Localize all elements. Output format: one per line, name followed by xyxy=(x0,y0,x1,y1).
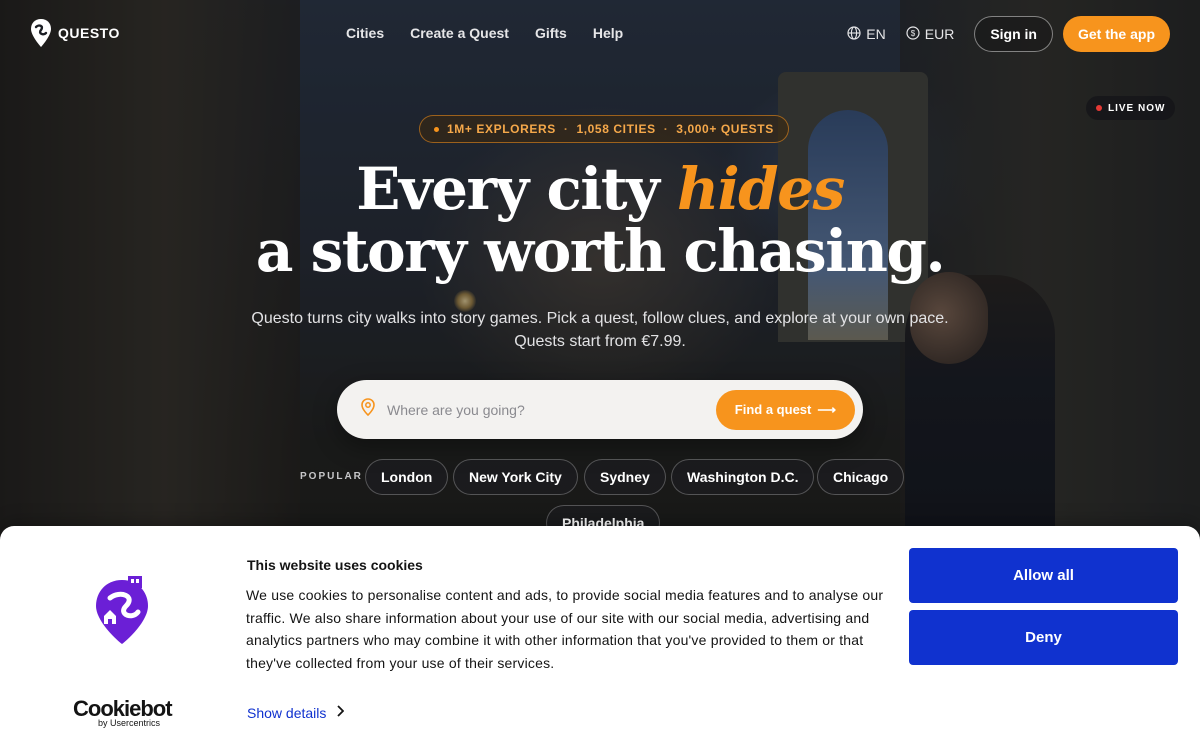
stat-quests: 3,000+ QUESTS xyxy=(676,122,774,136)
cookie-banner: Cookiebot by Usercentrics This website u… xyxy=(0,526,1200,750)
cookie-title: This website uses cookies xyxy=(247,557,423,573)
popular-city-chip[interactable]: London xyxy=(365,459,449,495)
headline-part1: Every city xyxy=(356,155,677,223)
currency-value: EUR xyxy=(924,26,955,42)
stat-separator: · xyxy=(663,122,669,136)
popular-city-chip[interactable]: Washington D.C. xyxy=(671,459,815,495)
location-pin-icon xyxy=(361,398,375,421)
nav-link-cities[interactable]: Cities xyxy=(346,25,384,41)
live-now-label: LIVE NOW xyxy=(1108,102,1166,114)
search-bar: Find a quest ⟶ xyxy=(337,380,863,439)
nav-link-help[interactable]: Help xyxy=(593,25,623,41)
sign-in-button[interactable]: Sign in xyxy=(974,16,1053,52)
chevron-right-icon xyxy=(336,704,345,722)
stat-separator: · xyxy=(563,122,569,136)
language-value: EN xyxy=(866,26,886,42)
destination-search-input[interactable] xyxy=(387,401,716,418)
live-now-badge: LIVE NOW xyxy=(1086,96,1176,120)
stats-dot-icon xyxy=(434,126,439,132)
find-quest-label: Find a quest xyxy=(734,402,812,417)
cookie-description: We use cookies to personalise content an… xyxy=(246,587,884,671)
nav-link-create-quest[interactable]: Create a Quest xyxy=(410,25,509,41)
brand-name: QUESTO xyxy=(58,25,120,41)
nav-actions: EN $ EUR Sign in Get the app xyxy=(847,16,1170,52)
stat-cities: 1,058 CITIES xyxy=(576,122,656,136)
allow-all-button[interactable]: Allow all xyxy=(909,548,1178,603)
hero-headline: Every city hides a story worth chasing. xyxy=(0,158,1200,282)
show-details-label: Show details xyxy=(247,705,327,721)
svg-text:$: $ xyxy=(911,29,916,38)
brand-logo[interactable]: QUESTO xyxy=(30,18,120,48)
main-nav: Cities Create a Quest Gifts Help xyxy=(346,25,623,41)
currency-icon: $ xyxy=(906,25,920,43)
arrow-right-icon: ⟶ xyxy=(817,401,836,417)
globe-icon xyxy=(847,25,861,43)
popular-city-chip[interactable]: New York City xyxy=(453,459,578,495)
show-details-link[interactable]: Show details xyxy=(247,704,345,722)
cookie-logo-icon xyxy=(92,574,152,651)
headline-line2: a story worth chasing. xyxy=(255,217,946,285)
popular-city-chip[interactable]: Sydney xyxy=(584,459,666,495)
popular-city-chip[interactable]: Chicago xyxy=(817,459,905,495)
get-app-button[interactable]: Get the app xyxy=(1062,16,1170,52)
find-quest-button[interactable]: Find a quest ⟶ xyxy=(715,389,855,430)
cookiebot-brand-sub: by Usercentrics xyxy=(98,718,161,728)
deny-button[interactable]: Deny xyxy=(909,610,1178,665)
stat-explorers: 1M+ EXPLORERS xyxy=(447,122,556,136)
questo-logo-icon xyxy=(30,18,52,48)
hero-subtitle: Questo turns city walks into story games… xyxy=(251,310,949,350)
popular-label: POPULAR xyxy=(300,471,363,482)
live-dot-icon xyxy=(1096,105,1102,111)
nav-link-gifts[interactable]: Gifts xyxy=(535,25,567,41)
headline-highlight: hides xyxy=(676,155,845,223)
stats-pill: 1M+ EXPLORERS · 1,058 CITIES · 3,000+ QU… xyxy=(419,115,789,143)
language-selector[interactable]: EN xyxy=(847,25,886,43)
currency-selector[interactable]: $ EUR xyxy=(906,25,955,43)
